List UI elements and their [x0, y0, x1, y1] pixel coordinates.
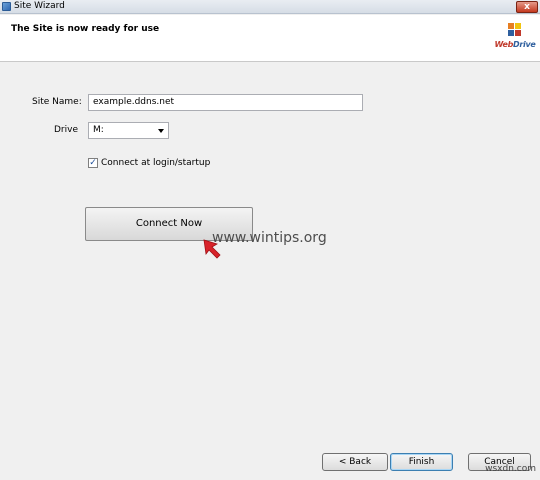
logo-mark-icon: [508, 23, 522, 37]
site-name-label: Site Name:: [32, 97, 82, 107]
wizard-header: The Site is now ready for use WebDrive: [0, 15, 540, 62]
watermark-corner: wsxdn.com: [485, 464, 536, 474]
drive-select-value: M:: [93, 125, 104, 135]
app-icon: [2, 2, 11, 11]
connect-at-login-label: Connect at login/startup: [101, 158, 211, 168]
window-title: Site Wizard: [14, 1, 65, 11]
site-name-input[interactable]: example.ddns.net: [88, 94, 363, 111]
title-bar: Site Wizard x: [0, 0, 540, 14]
logo-text-web: Web: [494, 40, 514, 49]
back-button[interactable]: < Back: [322, 453, 388, 471]
watermark-wintips: www.wintips.org: [212, 230, 327, 246]
drive-label: Drive: [54, 125, 78, 135]
logo-text: WebDrive: [493, 40, 537, 49]
webdrive-logo: WebDrive: [493, 23, 537, 59]
connect-at-login-checkbox[interactable]: ✓: [88, 158, 98, 168]
finish-button[interactable]: Finish: [390, 453, 453, 471]
drive-select[interactable]: M:: [88, 122, 169, 139]
chevron-down-icon: [158, 129, 164, 133]
close-button[interactable]: x: [516, 1, 538, 13]
red-arrow-icon: [203, 239, 221, 259]
logo-text-drive: Drive: [513, 40, 536, 49]
page-title: The Site is now ready for use: [11, 24, 160, 34]
